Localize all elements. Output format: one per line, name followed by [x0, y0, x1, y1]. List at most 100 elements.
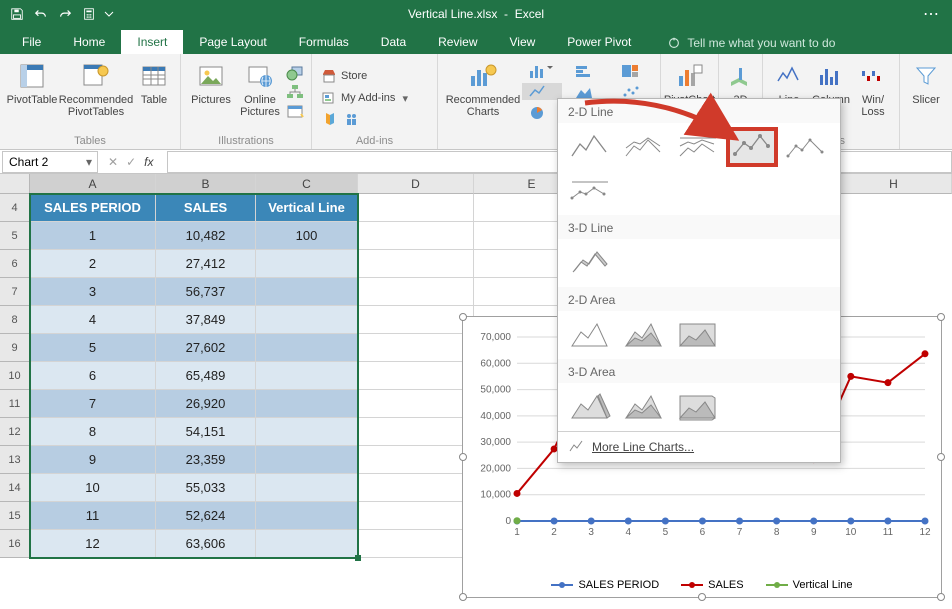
cell[interactable]: 10,482 — [156, 222, 256, 250]
cell[interactable]: 8 — [30, 418, 156, 446]
cell[interactable] — [256, 474, 358, 502]
tell-me[interactable]: Tell me what you want to do — [667, 36, 835, 54]
people-graph-icon[interactable] — [343, 110, 363, 127]
row-header[interactable]: 12 — [0, 418, 30, 446]
chart-type-area[interactable] — [566, 317, 614, 353]
table-button[interactable]: Table — [134, 58, 174, 120]
row-header[interactable]: 11 — [0, 390, 30, 418]
treemap-icon[interactable] — [614, 62, 654, 79]
cell[interactable]: 27,412 — [156, 250, 256, 278]
row-header[interactable]: 14 — [0, 474, 30, 502]
name-box[interactable]: Chart 2▾ — [2, 151, 98, 173]
pie-chart-icon[interactable] — [522, 104, 562, 121]
undo-icon[interactable] — [30, 3, 52, 25]
fill-handle[interactable] — [355, 555, 361, 561]
cell[interactable]: 63,606 — [156, 530, 256, 558]
row-header[interactable]: 15 — [0, 502, 30, 530]
cell[interactable]: 52,624 — [156, 502, 256, 530]
qat-customize-icon[interactable] — [102, 3, 116, 25]
tab-data[interactable]: Data — [365, 30, 422, 54]
cell[interactable]: 55,033 — [156, 474, 256, 502]
chart-type-line-markers[interactable] — [728, 129, 776, 165]
cell[interactable] — [256, 306, 358, 334]
row-header[interactable]: 6 — [0, 250, 30, 278]
cell[interactable]: 11 — [30, 502, 156, 530]
col-header-C[interactable]: C — [256, 174, 358, 194]
cell[interactable]: 3 — [30, 278, 156, 306]
tab-file[interactable]: File — [6, 30, 57, 54]
chart-type-line[interactable] — [566, 129, 614, 165]
chart-type-100-stacked-line[interactable] — [674, 129, 722, 165]
cell[interactable]: 4 — [30, 306, 156, 334]
cell[interactable]: 12 — [30, 530, 156, 558]
cell[interactable]: 10 — [30, 474, 156, 502]
row-header[interactable]: 9 — [0, 334, 30, 362]
store-button[interactable]: Store — [318, 66, 431, 86]
redo-icon[interactable] — [54, 3, 76, 25]
calculator-icon[interactable] — [78, 3, 100, 25]
more-line-charts[interactable]: More Line Charts... — [558, 431, 840, 462]
cell[interactable]: 56,737 — [156, 278, 256, 306]
cell[interactable] — [256, 250, 358, 278]
pivottable-button[interactable]: PivotTable — [6, 58, 58, 120]
tab-insert[interactable]: Insert — [121, 30, 183, 54]
chart-type-3d-stacked-area[interactable] — [620, 389, 668, 425]
row-header[interactable]: 4 — [0, 194, 30, 222]
col-header-H[interactable]: H — [836, 174, 952, 194]
cell[interactable]: 100 — [256, 222, 358, 250]
cell[interactable]: 9 — [30, 446, 156, 474]
tab-view[interactable]: View — [494, 30, 552, 54]
row-header[interactable]: 7 — [0, 278, 30, 306]
chart-type-stacked-line[interactable] — [620, 129, 668, 165]
enter-formula-icon[interactable]: ✓ — [126, 155, 136, 169]
chart-type-stacked-area[interactable] — [620, 317, 668, 353]
column-chart-icon[interactable] — [522, 62, 562, 79]
row-header[interactable]: 16 — [0, 530, 30, 558]
cell[interactable] — [256, 334, 358, 362]
cell[interactable]: 27,602 — [156, 334, 256, 362]
col-header-B[interactable]: B — [156, 174, 256, 194]
ribbon-options-icon[interactable]: ⋯ — [914, 0, 948, 28]
chart-type-3d-100-stacked-area[interactable] — [674, 389, 722, 425]
col-header-A[interactable]: A — [30, 174, 156, 194]
tab-home[interactable]: Home — [57, 30, 121, 54]
pictures-button[interactable]: Pictures — [187, 58, 235, 120]
chart-type-3d-line[interactable] — [566, 245, 614, 281]
chart-type-3d-area[interactable] — [566, 389, 614, 425]
bing-maps-icon[interactable] — [320, 110, 340, 127]
cell[interactable]: 37,849 — [156, 306, 256, 334]
tab-powerpivot[interactable]: Power Pivot — [551, 30, 647, 54]
row-header[interactable]: 5 — [0, 222, 30, 250]
header-vertical-line[interactable]: Vertical Line — [256, 194, 358, 222]
shapes-icon[interactable] — [285, 65, 305, 82]
cell[interactable]: 23,359 — [156, 446, 256, 474]
col-header-D[interactable]: D — [358, 174, 474, 194]
cell[interactable] — [256, 390, 358, 418]
online-pictures-button[interactable]: Online Pictures — [235, 58, 285, 120]
cell[interactable]: 5 — [30, 334, 156, 362]
header-sales[interactable]: SALES — [156, 194, 256, 222]
sparkline-winloss-button[interactable]: Win/ Loss — [853, 58, 893, 120]
chart-type-100-stacked-area[interactable] — [674, 317, 722, 353]
row-header[interactable]: 10 — [0, 362, 30, 390]
my-addins-button[interactable]: My Add-ins ▾ — [318, 88, 431, 108]
cancel-formula-icon[interactable]: ✕ — [108, 155, 118, 169]
chart-type-stacked-line-markers[interactable] — [782, 129, 830, 165]
select-all-corner[interactable] — [0, 174, 30, 194]
tab-review[interactable]: Review — [422, 30, 493, 54]
row-header[interactable]: 8 — [0, 306, 30, 334]
tab-formulas[interactable]: Formulas — [283, 30, 365, 54]
fx-icon[interactable]: fx — [144, 155, 153, 169]
cell[interactable] — [256, 530, 358, 558]
cell[interactable]: 1 — [30, 222, 156, 250]
cell[interactable]: 54,151 — [156, 418, 256, 446]
cell[interactable] — [256, 502, 358, 530]
header-sales-period[interactable]: SALES PERIOD — [30, 194, 156, 222]
cell[interactable]: 65,489 — [156, 362, 256, 390]
cell[interactable]: 2 — [30, 250, 156, 278]
bar-chart-icon[interactable] — [568, 62, 608, 79]
cell[interactable] — [256, 278, 358, 306]
cell[interactable] — [256, 362, 358, 390]
line-chart-dropdown[interactable] — [522, 83, 562, 100]
cell[interactable] — [256, 446, 358, 474]
